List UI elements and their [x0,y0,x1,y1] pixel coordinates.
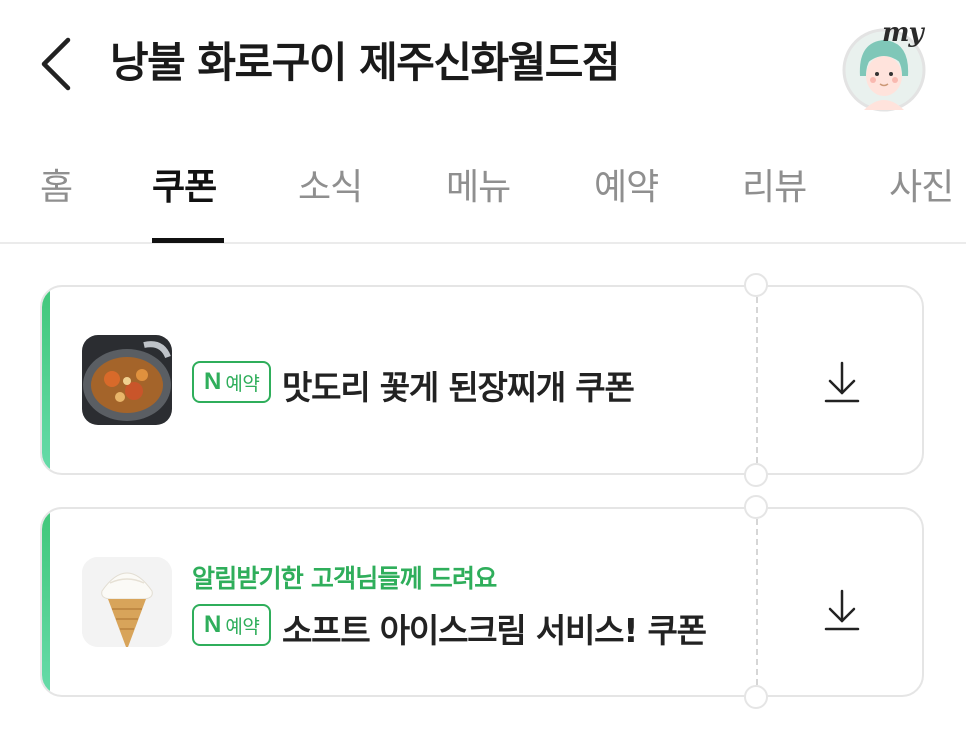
coupon-thumbnail [82,335,172,425]
tab-review[interactable]: 리뷰 [742,158,807,210]
top-header: 낭불 화로구이 제주신화월드점 my [0,0,966,125]
page-title: 낭불 화로구이 제주신화월드점 [110,38,621,87]
coupon-accent-bar [42,509,50,695]
coupon-title: 소프트 아이스크림 서비스! 쿠폰 [282,611,707,650]
coupon-divider [756,287,758,473]
soft-ice-cream-image [82,557,172,647]
doenjang-stew-image [82,335,172,425]
active-tab-indicator [152,238,224,243]
coupon-thumbnail [82,557,172,647]
chevron-left-icon [41,37,71,91]
tab-news[interactable]: 소식 [298,158,363,210]
coupon-notch-bottom [744,463,768,487]
badge-label: 예약 [225,615,260,638]
download-icon [824,361,860,403]
coupon-notch-top [744,273,768,297]
download-coupon-button[interactable] [812,579,872,639]
tab-menu[interactable]: 메뉴 [446,158,511,210]
badge-label: 예약 [225,372,260,395]
my-profile-button[interactable]: my [836,18,932,112]
coupon-card[interactable]: N 예약 맛도리 꽃게 된장찌개 쿠폰 [40,285,924,475]
coupon-notch-bottom [744,685,768,709]
coupon-promo-text: 알림받기한 고객님들께 드려요 [192,564,497,593]
naver-reservation-badge: N 예약 [192,604,272,646]
my-label: my [882,18,924,48]
badge-n-mark: N [204,611,222,638]
naver-reservation-badge: N 예약 [192,361,272,403]
coupon-accent-bar [42,287,50,473]
tab-bar: 홈 쿠폰 소식 메뉴 예약 리뷰 사진 [0,140,966,244]
download-icon [824,589,860,631]
coupon-title: 맛도리 꽃게 된장찌개 쿠폰 [282,368,635,407]
tab-photo[interactable]: 사진 [889,158,954,210]
tab-reservation[interactable]: 예약 [594,158,659,210]
download-coupon-button[interactable] [812,351,872,411]
coupon-divider [756,509,758,695]
tab-coupon[interactable]: 쿠폰 [152,158,217,210]
coupon-card[interactable]: 알림받기한 고객님들께 드려요 N 예약 소프트 아이스크림 서비스! 쿠폰 [40,507,924,697]
tab-home[interactable]: 홈 [40,158,73,210]
badge-n-mark: N [204,368,222,395]
coupon-notch-top [744,495,768,519]
back-button[interactable] [36,34,80,94]
